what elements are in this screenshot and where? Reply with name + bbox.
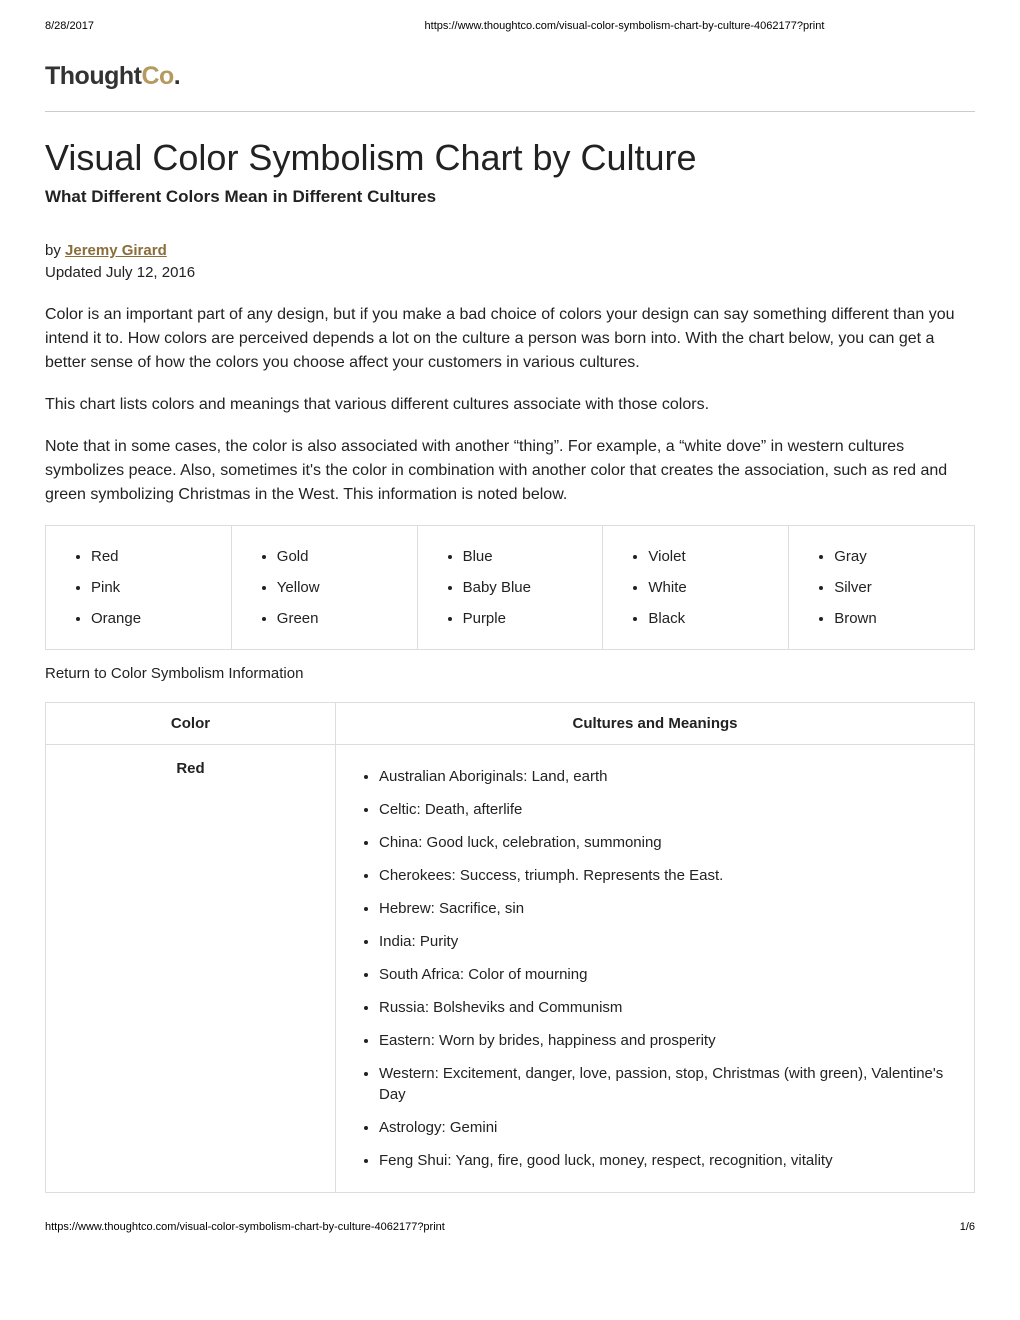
meanings-cell-red: Australian Aboriginals: Land, earth Celt… (336, 745, 975, 1193)
logo-thought: Thought (45, 62, 141, 90)
header-color: Color (46, 703, 336, 745)
nav-item-brown[interactable]: Brown (834, 603, 964, 634)
print-footer: https://www.thoughtco.com/visual-color-s… (45, 1221, 975, 1233)
print-url-top: https://www.thoughtco.com/visual-color-s… (425, 20, 825, 32)
print-date: 8/28/2017 (45, 20, 94, 32)
meanings-table: Color Cultures and Meanings Red Australi… (45, 702, 975, 1193)
site-logo: ThoughtCo. (45, 62, 975, 91)
author-link[interactable]: Jeremy Girard (65, 242, 167, 259)
meaning-item: China: Good luck, celebration, summoning (379, 826, 959, 859)
nav-col-2: Gold Yellow Green (232, 526, 418, 649)
nav-col-3: Blue Baby Blue Purple (418, 526, 604, 649)
intro-paragraph-1: Color is an important part of any design… (45, 303, 975, 375)
meaning-item: Russia: Bolsheviks and Communism (379, 991, 959, 1024)
nav-item-purple[interactable]: Purple (463, 603, 593, 634)
nav-col-4: Violet White Black (603, 526, 789, 649)
nav-col-5: Gray Silver Brown (789, 526, 974, 649)
logo-dot: . (174, 62, 180, 90)
nav-col-1: Red Pink Orange (46, 526, 232, 649)
nav-item-gray[interactable]: Gray (834, 541, 964, 572)
nav-item-green[interactable]: Green (277, 603, 407, 634)
nav-item-blue[interactable]: Blue (463, 541, 593, 572)
meaning-item: Celtic: Death, afterlife (379, 793, 959, 826)
byline: by Jeremy Girard (45, 242, 975, 259)
meaning-item: Cherokees: Success, triumph. Represents … (379, 859, 959, 892)
print-url-bottom: https://www.thoughtco.com/visual-color-s… (45, 1221, 445, 1233)
meaning-item: Hebrew: Sacrifice, sin (379, 892, 959, 925)
intro-paragraph-3: Note that in some cases, the color is al… (45, 435, 975, 507)
header-meanings: Cultures and Meanings (336, 703, 975, 745)
nav-item-gold[interactable]: Gold (277, 541, 407, 572)
meaning-item: India: Purity (379, 925, 959, 958)
meaning-item: Western: Excitement, danger, love, passi… (379, 1057, 959, 1111)
page-title: Visual Color Symbolism Chart by Culture (45, 137, 975, 179)
updated-date: Updated July 12, 2016 (45, 264, 975, 281)
logo-co: Co (141, 62, 173, 90)
nav-item-black[interactable]: Black (648, 603, 778, 634)
nav-item-orange[interactable]: Orange (91, 603, 221, 634)
table-header-row: Color Cultures and Meanings (46, 703, 975, 745)
nav-item-baby-blue[interactable]: Baby Blue (463, 572, 593, 603)
meaning-item: Feng Shui: Yang, fire, good luck, money,… (379, 1144, 959, 1177)
color-nav-table: Red Pink Orange Gold Yellow Green Blue B… (45, 525, 975, 650)
page-subtitle: What Different Colors Mean in Different … (45, 187, 975, 207)
meaning-item: Astrology: Gemini (379, 1111, 959, 1144)
nav-item-white[interactable]: White (648, 572, 778, 603)
byline-by: by (45, 242, 65, 259)
intro-paragraph-2: This chart lists colors and meanings tha… (45, 393, 975, 417)
table-row: Red Australian Aboriginals: Land, earth … (46, 745, 975, 1193)
meaning-item: Australian Aboriginals: Land, earth (379, 760, 959, 793)
nav-item-silver[interactable]: Silver (834, 572, 964, 603)
return-link[interactable]: Return to Color Symbolism Information (45, 665, 975, 682)
page-number: 1/6 (960, 1221, 975, 1233)
meaning-item: South Africa: Color of mourning (379, 958, 959, 991)
nav-item-yellow[interactable]: Yellow (277, 572, 407, 603)
header-divider (45, 111, 975, 112)
meaning-item: Eastern: Worn by brides, happiness and p… (379, 1024, 959, 1057)
color-name-red: Red (46, 745, 336, 1193)
nav-item-violet[interactable]: Violet (648, 541, 778, 572)
nav-item-pink[interactable]: Pink (91, 572, 221, 603)
print-header: 8/28/2017 https://www.thoughtco.com/visu… (45, 20, 975, 32)
nav-item-red[interactable]: Red (91, 541, 221, 572)
